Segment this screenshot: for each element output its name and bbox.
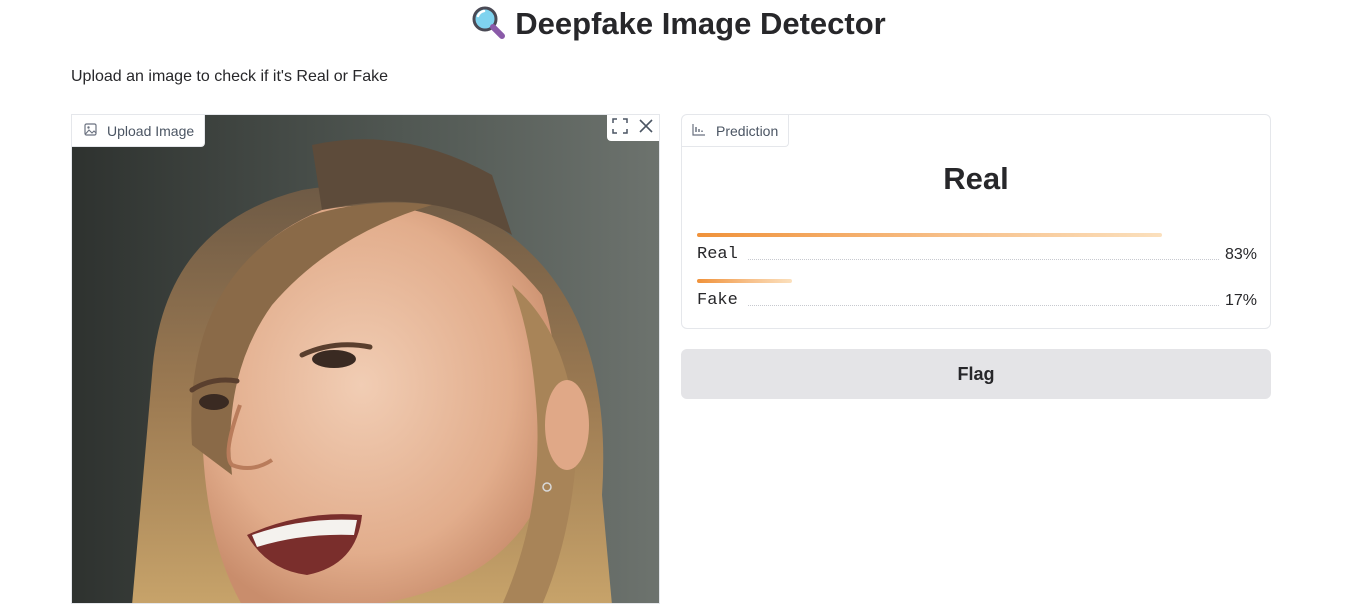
prediction-panel: Prediction Real Real 83% Fake 17% xyxy=(681,114,1271,329)
confidence-row-fake: Fake 17% xyxy=(697,279,1257,310)
upload-image-label-text: Upload Image xyxy=(107,122,195,139)
confidence-label: Fake xyxy=(697,291,738,310)
page-description: Upload an image to check if it's Real or… xyxy=(71,68,388,85)
confidence-leader xyxy=(747,305,1219,306)
page-title: Deepfake Image Detector xyxy=(0,4,1357,49)
confidence-percent: 83% xyxy=(1224,246,1257,263)
magnifier-icon xyxy=(471,5,506,49)
confidence-leader xyxy=(747,259,1219,260)
confidence-bar xyxy=(697,279,792,283)
prediction-label-text: Prediction xyxy=(716,122,779,139)
page-title-text: Deepfake Image Detector xyxy=(515,6,886,41)
fullscreen-icon[interactable] xyxy=(612,117,628,139)
uploaded-photo xyxy=(72,115,659,603)
upload-image-label: Upload Image xyxy=(72,115,206,147)
flag-button[interactable]: Flag xyxy=(681,349,1271,399)
close-icon[interactable] xyxy=(638,118,654,139)
image-upload-panel[interactable]: Upload Image xyxy=(71,114,660,604)
prediction-label: Prediction xyxy=(682,115,790,147)
confidence-percent: 17% xyxy=(1224,292,1257,309)
confidence-bar xyxy=(697,233,1162,237)
prediction-result: Real xyxy=(943,161,1009,196)
image-icon xyxy=(84,122,97,139)
image-toolbar xyxy=(607,115,659,141)
confidence-row-real: Real 83% xyxy=(697,233,1257,264)
confidence-label: Real xyxy=(697,245,738,264)
bar-chart-icon xyxy=(692,123,706,139)
